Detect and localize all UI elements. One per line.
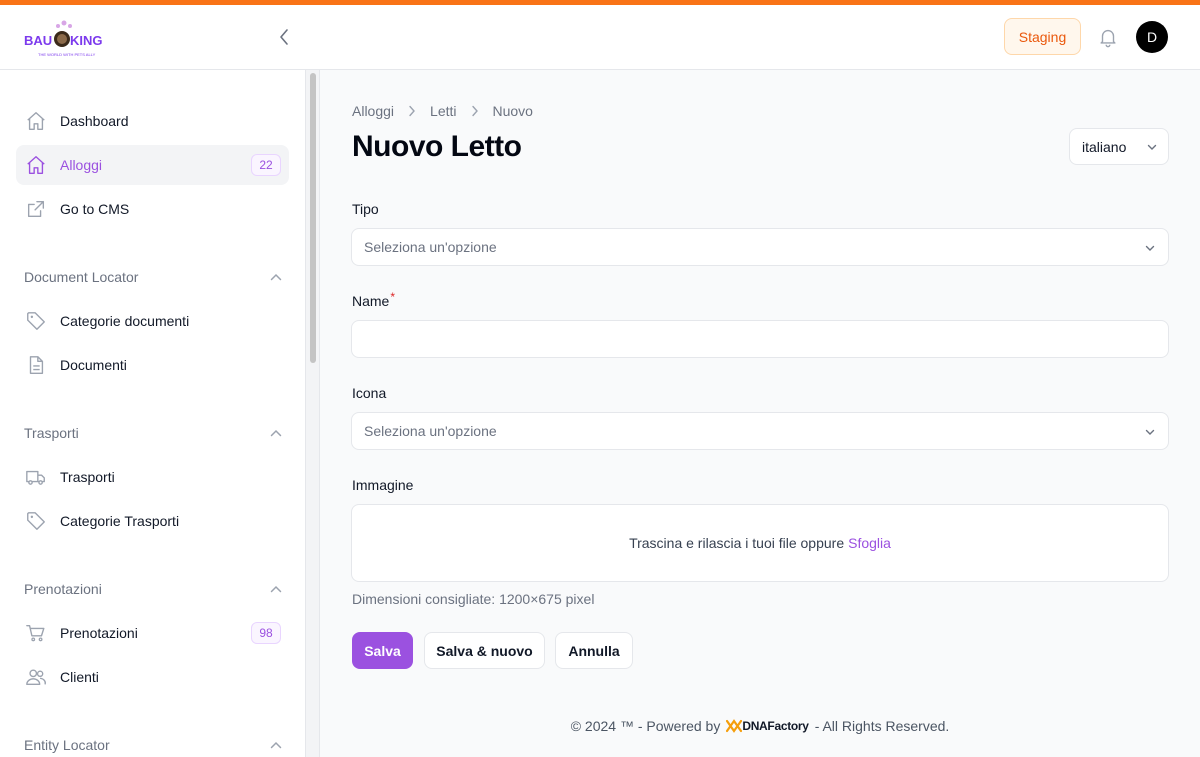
tag-icon	[24, 509, 48, 533]
sidebar-item-label: Trasporti	[60, 469, 115, 485]
users-icon	[24, 665, 48, 689]
tipo-select[interactable]: Seleziona un'opzione	[351, 228, 1169, 266]
sidebar-item-label: Dashboard	[60, 113, 129, 129]
group-label: Entity Locator	[24, 737, 110, 753]
sidebar-group-document-locator[interactable]: Document Locator	[24, 267, 282, 287]
chevron-up-icon	[270, 273, 282, 281]
name-input[interactable]	[351, 320, 1169, 358]
sidebar-item-go-to-cms[interactable]: Go to CMS	[16, 189, 289, 229]
sidebar-item-label: Documenti	[60, 357, 127, 373]
language-select[interactable]: italiano	[1069, 128, 1169, 165]
chevron-left-icon	[280, 29, 288, 45]
sidebar-item-alloggi[interactable]: Alloggi 22	[16, 145, 289, 185]
sidebar: Dashboard Alloggi 22 Go to CMS Document …	[0, 70, 306, 757]
sidebar-item-categorie-trasporti[interactable]: Categorie Trasporti	[16, 501, 289, 541]
truck-icon	[24, 465, 48, 489]
chevron-up-icon	[270, 429, 282, 437]
sidebar-scrollbar[interactable]	[306, 70, 320, 757]
user-avatar[interactable]: D	[1136, 21, 1168, 53]
save-and-new-button[interactable]: Salva & nuovo	[424, 632, 545, 669]
logo-text-right: KING	[70, 33, 103, 48]
app-logo[interactable]: BAU KING THE WORLD WITH PETS ALLY	[24, 17, 104, 59]
home-icon	[24, 109, 48, 133]
cancel-button[interactable]: Annulla	[555, 632, 633, 669]
language-value: italiano	[1082, 138, 1127, 155]
sidebar-item-dashboard[interactable]: Dashboard	[16, 101, 289, 141]
group-label: Prenotazioni	[24, 581, 102, 597]
dnafactory-logo[interactable]: DNAFactory	[726, 719, 809, 733]
breadcrumb: Alloggi Letti Nuovo	[352, 103, 533, 119]
environment-badge: Staging	[1004, 18, 1081, 55]
footer-brand: DNAFactory	[742, 719, 809, 733]
logo-tagline: THE WORLD WITH PETS ALLY	[38, 52, 96, 57]
sidebar-item-label: Alloggi	[60, 157, 103, 173]
main-content: Alloggi Letti Nuovo Nuovo Letto italiano…	[320, 70, 1200, 757]
page-title: Nuovo Letto	[352, 130, 522, 163]
document-icon	[24, 353, 48, 377]
group-label: Trasporti	[24, 425, 79, 441]
count-badge: 98	[251, 622, 281, 644]
footer-copyright: © 2024 ™ - Powered by	[570, 718, 721, 734]
scrollbar-thumb[interactable]	[310, 73, 316, 363]
chevron-down-icon	[1145, 245, 1155, 251]
name-label-text: Name	[352, 293, 390, 309]
dna-icon	[726, 719, 743, 733]
tipo-label: Tipo	[352, 201, 379, 217]
tipo-placeholder: Seleziona un'opzione	[364, 239, 497, 255]
dropzone-text: Trascina e rilascia i tuoi file oppure	[629, 535, 845, 551]
chevron-right-icon	[408, 105, 416, 117]
cart-icon	[24, 621, 48, 645]
chevron-down-icon	[1147, 144, 1157, 150]
sidebar-item-label: Categorie documenti	[60, 313, 190, 329]
sidebar-item-prenotazioni[interactable]: Prenotazioni 98	[16, 613, 289, 653]
header: BAU KING THE WORLD WITH PETS ALLY Stagin…	[0, 5, 1200, 70]
sidebar-item-label: Prenotazioni	[60, 625, 138, 641]
breadcrumb-alloggi[interactable]: Alloggi	[352, 103, 394, 119]
required-marker: *	[390, 290, 396, 304]
breadcrumb-nuovo[interactable]: Nuovo	[493, 103, 533, 119]
bell-icon	[1100, 29, 1116, 48]
icona-select[interactable]: Seleziona un'opzione	[351, 412, 1169, 450]
sidebar-item-label: Go to CMS	[60, 201, 130, 217]
logo-text-left: BAU	[24, 33, 52, 48]
chevron-up-icon	[270, 585, 282, 593]
group-label: Document Locator	[24, 269, 139, 285]
sidebar-item-label: Categorie Trasporti	[60, 513, 180, 529]
sidebar-group-entity-locator[interactable]: Entity Locator	[24, 735, 282, 755]
browse-link[interactable]: Sfoglia	[848, 535, 891, 551]
chevron-down-icon	[1145, 429, 1155, 435]
footer-rights: - All Rights Reserved.	[814, 718, 950, 734]
home-icon	[24, 153, 48, 177]
notifications-button[interactable]	[1097, 26, 1119, 48]
image-dropzone[interactable]: Trascina e rilascia i tuoi file oppure S…	[351, 504, 1169, 582]
tag-icon	[24, 309, 48, 333]
sidebar-group-trasporti[interactable]: Trasporti	[24, 423, 282, 443]
sidebar-item-label: Clienti	[60, 669, 99, 685]
external-link-icon	[24, 197, 48, 221]
sidebar-item-documenti[interactable]: Documenti	[16, 345, 289, 385]
chevron-right-icon	[471, 105, 479, 117]
immagine-label: Immagine	[352, 477, 414, 493]
sidebar-item-trasporti[interactable]: Trasporti	[16, 457, 289, 497]
breadcrumb-letti[interactable]: Letti	[430, 103, 456, 119]
save-button[interactable]: Salva	[352, 632, 413, 669]
count-badge: 22	[251, 154, 281, 176]
icona-label: Icona	[352, 385, 387, 401]
footer: © 2024 ™ - Powered by DNAFactory - All R…	[320, 718, 1200, 734]
collapse-sidebar-button[interactable]	[274, 25, 294, 49]
sidebar-group-prenotazioni[interactable]: Prenotazioni	[24, 579, 282, 599]
sidebar-item-clienti[interactable]: Clienti	[16, 657, 289, 697]
image-size-hint: Dimensioni consigliate: 1200×675 pixel	[352, 591, 595, 607]
name-label: Name*	[352, 290, 396, 309]
sidebar-item-categorie-documenti[interactable]: Categorie documenti	[16, 301, 289, 341]
chevron-up-icon	[270, 741, 282, 749]
icona-placeholder: Seleziona un'opzione	[364, 423, 497, 439]
